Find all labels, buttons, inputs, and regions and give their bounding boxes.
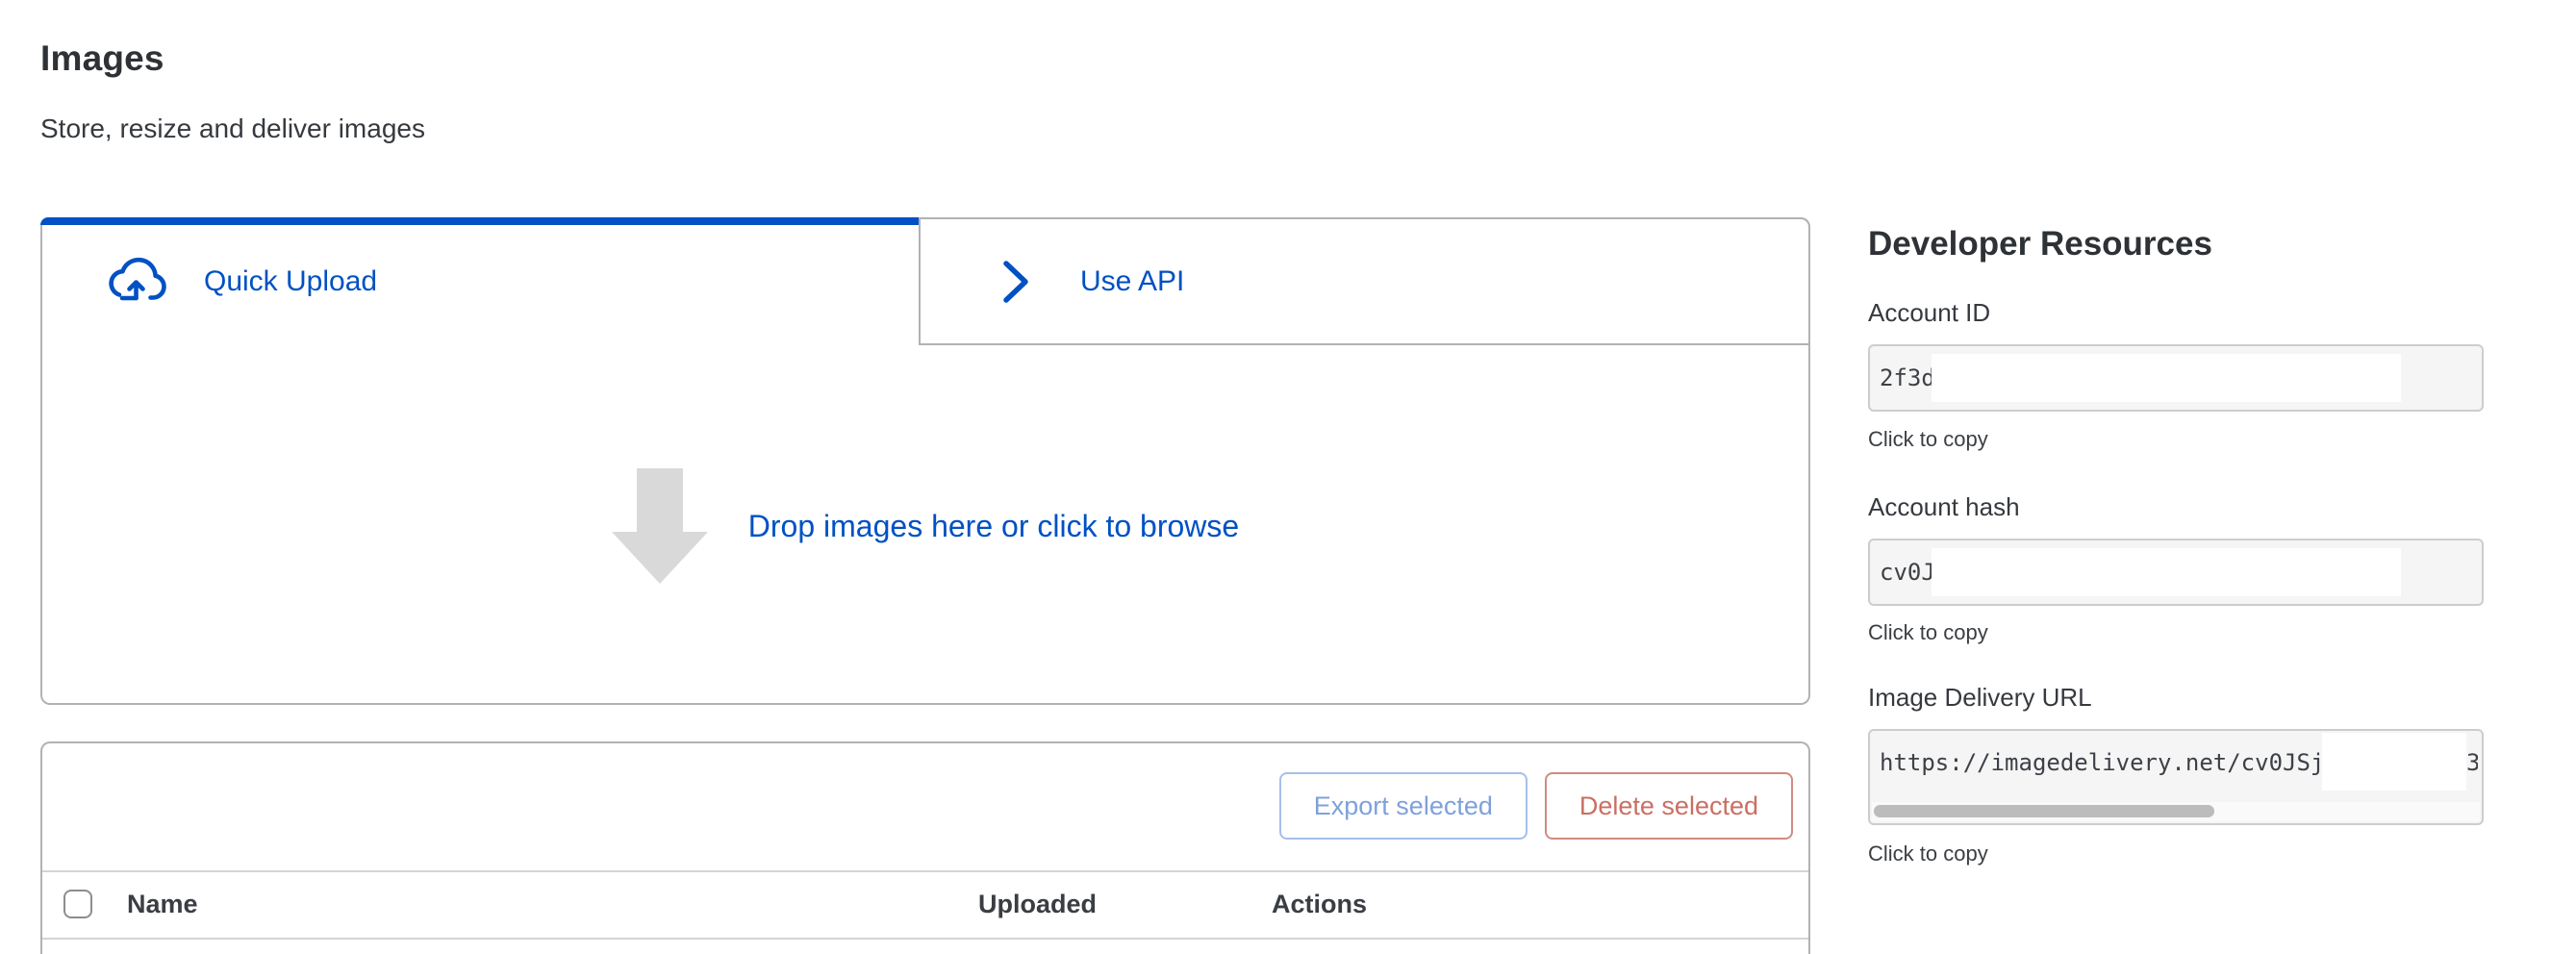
account-hash-value: cv0J [1880,540,1935,604]
column-header-uploaded: Uploaded [978,890,1097,919]
image-table-header: Name Uploaded Actions [42,872,1808,938]
image-dropzone[interactable]: Drop images here or click to browse [42,349,1808,703]
cloud-upload-icon [106,257,169,307]
account-hash-field[interactable]: cv0J [1868,539,2484,606]
arrow-down-icon [612,468,708,584]
select-all-checkbox[interactable] [63,890,92,918]
delete-selected-button[interactable]: Delete selected [1545,772,1793,840]
image-delivery-url-label: Image Delivery URL [1868,683,2092,713]
images-page: Images Store, resize and deliver images … [0,0,2576,954]
column-header-actions: Actions [1272,890,1367,919]
upload-card: Quick Upload Use API Drop images here or… [40,217,1810,705]
image-delivery-url-field[interactable]: https://imagedelivery.net/cv0JSj 3 [1868,729,2484,825]
header-divider [42,938,1808,940]
account-id-value: 2f3d [1880,346,1935,410]
page-subtitle: Store, resize and deliver images [40,113,425,144]
column-header-name: Name [127,890,198,919]
redaction-overlay [1932,548,2401,596]
account-id-label: Account ID [1868,298,1990,328]
developer-resources-panel: Developer Resources Account ID 2f3d Clic… [1868,225,2484,898]
dropzone-label: Drop images here or click to browse [748,509,1239,544]
redaction-overlay [1932,354,2401,402]
account-id-field[interactable]: 2f3d [1868,344,2484,412]
list-toolbar: Export selected Delete selected [1279,772,1793,840]
page-title: Images [40,38,164,79]
image-delivery-url-value: https://imagedelivery.net/cv0JSj [1880,731,2324,794]
tab-quick-upload-label: Quick Upload [204,265,377,298]
chevron-right-icon [999,257,1032,307]
developer-resources-heading: Developer Resources [1868,225,2212,264]
image-delivery-url-copy-hint: Click to copy [1868,841,1988,866]
tab-use-api-label: Use API [1080,265,1184,298]
redaction-overlay [2322,733,2466,791]
account-hash-copy-hint: Click to copy [1868,620,1988,645]
url-trailing-fragment: 3 [2466,731,2478,794]
export-selected-button[interactable]: Export selected [1279,772,1528,840]
horizontal-scrollbar-thumb[interactable] [1874,805,2214,817]
image-list-card: Export selected Delete selected Name Upl… [40,741,1810,954]
horizontal-scrollbar-track [1872,802,2480,821]
account-id-copy-hint: Click to copy [1868,427,1988,452]
account-hash-label: Account hash [1868,492,2020,522]
tab-quick-upload[interactable]: Quick Upload [40,217,921,345]
tab-use-api[interactable]: Use API [919,217,1810,345]
